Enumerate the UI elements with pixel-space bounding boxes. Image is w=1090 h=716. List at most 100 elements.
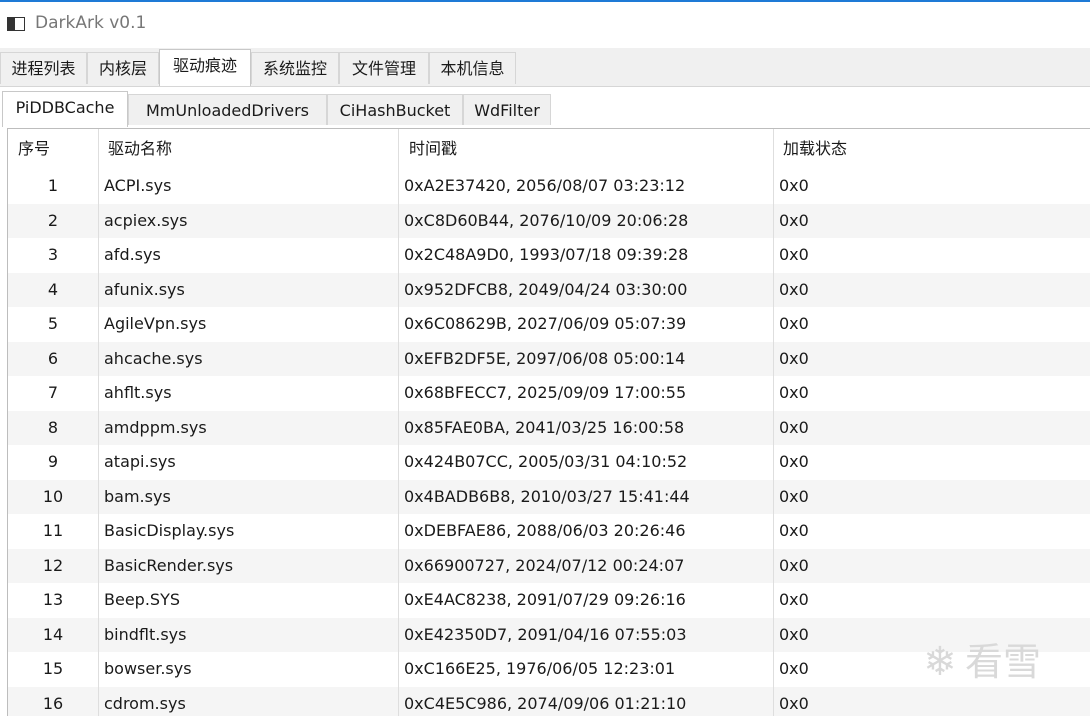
tab-driver-traces[interactable]: 驱动痕迹 xyxy=(159,49,251,86)
row-index: 13 xyxy=(42,590,64,609)
driver-name: AgileVpn.sys xyxy=(104,314,207,333)
load-status: 0x0 xyxy=(779,624,809,644)
row-index: 16 xyxy=(42,693,64,713)
row-index: 15 xyxy=(42,659,64,678)
timestamp: 0xE42350D7, 2091/04/16 07:55:03 xyxy=(404,624,687,644)
row-index: 11 xyxy=(42,521,64,540)
driver-name: afd.sys xyxy=(104,245,161,264)
driver-name: amdppm.sys xyxy=(104,417,207,437)
row-index: 2 xyxy=(47,210,59,230)
tab-wdfilter[interactable]: WdFilter xyxy=(463,94,551,125)
timestamp: 0xC8D60B44, 2076/10/09 20:06:28 xyxy=(404,210,689,230)
timestamp: 0x2C48A9D0, 1993/07/18 09:39:28 xyxy=(404,245,689,264)
driver-name: bam.sys xyxy=(104,486,171,506)
column-divider xyxy=(98,129,99,716)
table-row[interactable]: 14 bindflt.sys 0xE42350D7, 2091/04/16 07:5… xyxy=(8,617,1090,652)
tab-system-monitor[interactable]: 系统监控 xyxy=(251,52,339,84)
timestamp: 0x424B07CC, 2005/03/31 04:10:52 xyxy=(404,452,688,471)
table-row[interactable]: 2 acpiex.sys 0xC8D60B44, 2076/10/09 20:06:… xyxy=(8,203,1090,238)
table-row[interactable]: 1 ACPI.sys 0xA2E37420, 2056/08/07 03:23:12… xyxy=(8,169,1090,204)
timestamp: 0x68BFECC7, 2025/09/09 17:00:55 xyxy=(404,383,687,402)
table-row[interactable]: 13 Beep.SYS 0xE4AC8238, 2091/07/29 09:26:1… xyxy=(8,583,1090,618)
load-status: 0x0 xyxy=(779,521,809,540)
timestamp: 0xEFB2DF5E, 2097/06/08 05:00:14 xyxy=(404,348,686,368)
window-title: DarkArk v0.1 xyxy=(35,13,147,33)
tab-piddbcache[interactable]: PiDDBCache xyxy=(2,91,128,127)
load-status: 0x0 xyxy=(779,555,809,575)
row-index: 7 xyxy=(47,383,59,402)
column-divider xyxy=(398,129,399,716)
app-window: DarkArk v0.1 进程列表 内核层 驱动痕迹 系统监控 文件管理 本机信… xyxy=(0,0,1090,716)
driver-name: atapi.sys xyxy=(104,452,176,471)
table-row[interactable]: 4 afunix.sys 0x952DFCB8, 2049/04/24 03:30:… xyxy=(8,272,1090,307)
load-status: 0x0 xyxy=(779,693,809,713)
column-header-index[interactable]: 序号 xyxy=(18,129,98,169)
driver-name: BasicDisplay.sys xyxy=(104,521,235,540)
row-index: 8 xyxy=(47,417,59,437)
table-row[interactable]: 15 bowser.sys 0xC166E25, 1976/06/05 12:23:… xyxy=(8,652,1090,687)
timestamp: 0x4BADB6B8, 2010/03/27 15:41:44 xyxy=(404,486,690,506)
tab-process-list[interactable]: 进程列表 xyxy=(0,52,87,84)
table-row[interactable]: 3 afd.sys 0x2C48A9D0, 1993/07/18 09:39:28 0… xyxy=(8,238,1090,273)
title-bar: DarkArk v0.1 xyxy=(0,2,1090,48)
driver-name: BasicRender.sys xyxy=(104,555,234,575)
load-status: 0x0 xyxy=(779,176,809,195)
tab-cihashbucket[interactable]: CiHashBucket xyxy=(327,94,463,125)
tab-local-info[interactable]: 本机信息 xyxy=(429,52,516,84)
load-status: 0x0 xyxy=(779,417,809,437)
row-index: 4 xyxy=(47,279,59,299)
row-index: 5 xyxy=(47,314,59,333)
table-row[interactable]: 10 bam.sys 0x4BADB6B8, 2010/03/27 15:41:44… xyxy=(8,479,1090,514)
load-status: 0x0 xyxy=(779,486,809,506)
load-status: 0x0 xyxy=(779,383,809,402)
row-index: 9 xyxy=(47,452,59,471)
column-header-driver-name[interactable]: 驱动名称 xyxy=(108,129,398,169)
row-index: 3 xyxy=(47,245,59,264)
driver-name: bowser.sys xyxy=(104,659,192,678)
table-row[interactable]: 12 BasicRender.sys 0x66900727, 2024/07/12 … xyxy=(8,548,1090,583)
column-header-load-status[interactable]: 加载状态 xyxy=(783,129,1083,169)
column-divider xyxy=(773,129,774,716)
load-status: 0x0 xyxy=(779,659,809,678)
driver-name: Beep.SYS xyxy=(104,590,180,609)
driver-name: ACPI.sys xyxy=(104,176,172,195)
load-status: 0x0 xyxy=(779,590,809,609)
column-header-timestamp[interactable]: 时间戳 xyxy=(409,129,779,169)
table-row[interactable]: 5 AgileVpn.sys 0x6C08629B, 2027/06/09 05:0… xyxy=(8,307,1090,342)
tab-file-manager[interactable]: 文件管理 xyxy=(339,52,429,84)
timestamp: 0x952DFCB8, 2049/04/24 03:30:00 xyxy=(404,279,688,299)
table-row[interactable]: 16 cdrom.sys 0xC4E5C986, 2074/09/06 01:21:… xyxy=(8,686,1090,716)
table-header: 序号 驱动名称 时间戳 加载状态 xyxy=(8,129,1090,169)
timestamp: 0xE4AC8238, 2091/07/29 09:26:16 xyxy=(404,590,686,609)
table-row[interactable]: 11 BasicDisplay.sys 0xDEBFAE86, 2088/06/03… xyxy=(8,514,1090,549)
sub-tab-bar: PiDDBCache MmUnloadedDrivers CiHashBucke… xyxy=(0,87,1090,127)
row-index: 14 xyxy=(42,624,64,644)
driver-table: 序号 驱动名称 时间戳 加载状态 1 ACPI.sys 0xA2E37420, 20… xyxy=(7,128,1090,716)
main-tab-bar: 进程列表 内核层 驱动痕迹 系统监控 文件管理 本机信息 xyxy=(0,48,1090,86)
timestamp: 0xA2E37420, 2056/08/07 03:23:12 xyxy=(404,176,686,195)
driver-traces-panel: PiDDBCache MmUnloadedDrivers CiHashBucke… xyxy=(0,86,1090,716)
timestamp: 0x6C08629B, 2027/06/09 05:07:39 xyxy=(404,314,687,333)
app-window-icon xyxy=(7,17,25,31)
row-index: 10 xyxy=(42,486,64,506)
table-row[interactable]: 6 ahcache.sys 0xEFB2DF5E, 2097/06/08 05:00… xyxy=(8,341,1090,376)
table-row[interactable]: 7 ahflt.sys 0x68BFECC7, 2025/09/09 17:00:5… xyxy=(8,376,1090,411)
timestamp: 0x66900727, 2024/07/12 00:24:07 xyxy=(404,555,685,575)
row-index: 1 xyxy=(47,176,59,195)
tab-kernel-layer[interactable]: 内核层 xyxy=(87,52,159,84)
driver-name: ahflt.sys xyxy=(104,383,172,402)
load-status: 0x0 xyxy=(779,348,809,368)
load-status: 0x0 xyxy=(779,210,809,230)
driver-name: cdrom.sys xyxy=(104,693,186,713)
timestamp: 0xDEBFAE86, 2088/06/03 20:26:46 xyxy=(404,521,686,540)
table-row[interactable]: 8 amdppm.sys 0x85FAE0BA, 2041/03/25 16:00:… xyxy=(8,410,1090,445)
table-row[interactable]: 9 atapi.sys 0x424B07CC, 2005/03/31 04:10:5… xyxy=(8,445,1090,480)
load-status: 0x0 xyxy=(779,314,809,333)
tab-mmunloadeddrivers[interactable]: MmUnloadedDrivers xyxy=(128,94,327,125)
driver-name: acpiex.sys xyxy=(104,210,188,230)
row-index: 12 xyxy=(42,555,64,575)
driver-name: afunix.sys xyxy=(104,279,185,299)
timestamp: 0xC4E5C986, 2074/09/06 01:21:10 xyxy=(404,693,687,713)
timestamp: 0x85FAE0BA, 2041/03/25 16:00:58 xyxy=(404,417,685,437)
load-status: 0x0 xyxy=(779,279,809,299)
